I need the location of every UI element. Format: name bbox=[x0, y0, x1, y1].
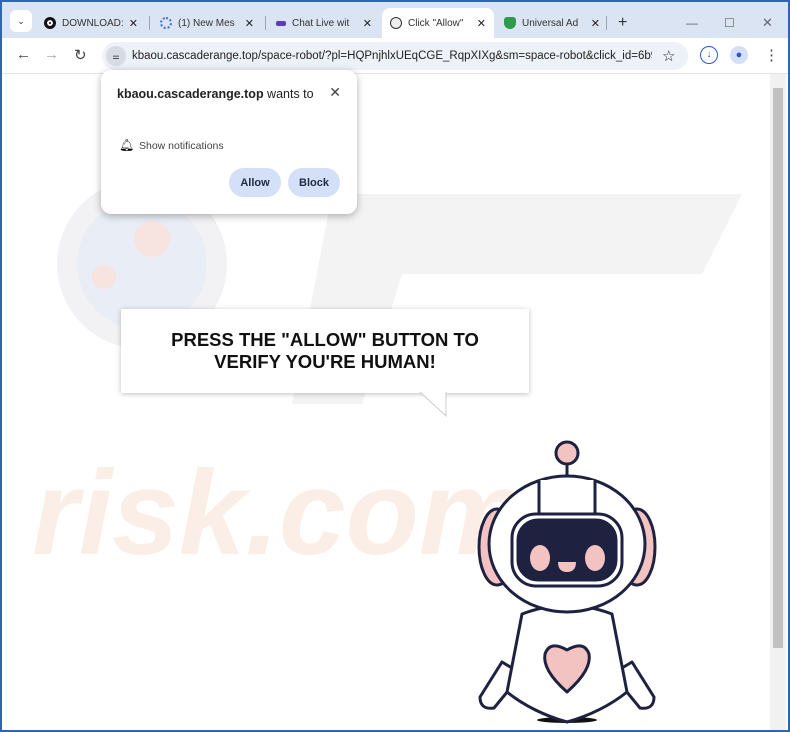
record-icon bbox=[44, 17, 56, 29]
allow-button[interactable]: Allow bbox=[229, 168, 281, 197]
close-tab-icon[interactable]: ✕ bbox=[363, 17, 372, 30]
block-button[interactable]: Block bbox=[288, 168, 340, 197]
menu-icon[interactable]: ⋮ bbox=[764, 46, 779, 64]
toolbar: ← → ↻ ⚌ kbaou.cascaderange.top/space-rob… bbox=[2, 38, 788, 74]
tab-download[interactable]: DOWNLOAD: ✕ bbox=[36, 8, 146, 38]
bell-icon: 🔔︎ bbox=[119, 138, 135, 152]
verify-message-box: PRESS THE "ALLOW" BUTTON TO VERIFY YOU'R… bbox=[121, 309, 529, 393]
loading-icon bbox=[160, 17, 172, 29]
robot-antenna bbox=[554, 440, 580, 466]
maximize-button[interactable]: ☐ bbox=[716, 8, 743, 38]
new-tab-button[interactable]: + bbox=[610, 8, 635, 38]
profile-icon[interactable]: ● bbox=[730, 46, 748, 64]
reload-button[interactable]: ↻ bbox=[74, 46, 87, 64]
chevron-down-icon: ⌄ bbox=[17, 15, 25, 26]
shield-icon bbox=[504, 17, 516, 29]
tab-new-messages[interactable]: (1) New Mes ✕ bbox=[152, 8, 262, 38]
bubble-tail bbox=[419, 392, 447, 418]
address-bar[interactable]: ⚌ kbaou.cascaderange.top/space-robot/?pl… bbox=[102, 42, 688, 70]
close-tab-icon[interactable]: ✕ bbox=[591, 17, 600, 30]
download-icon[interactable]: ↓ bbox=[700, 46, 718, 64]
close-tab-icon[interactable]: ✕ bbox=[477, 17, 486, 30]
close-window-button[interactable]: ✕ bbox=[754, 8, 781, 38]
permission-label: Show notifications bbox=[139, 140, 224, 152]
robot-left-eye bbox=[530, 545, 550, 571]
notification-permission-popup: kbaou.cascaderange.top wants to ✕ 🔔︎ Sho… bbox=[101, 70, 357, 214]
bookmark-star-icon[interactable]: ☆ bbox=[662, 47, 675, 65]
tab-strip: ⌄ DOWNLOAD: ✕ (1) New Mes ✕ Chat Live wit ✕… bbox=[2, 2, 788, 38]
tab-search-button[interactable]: ⌄ bbox=[10, 10, 32, 32]
tab-chat-live[interactable]: Chat Live wit ✕ bbox=[268, 8, 380, 38]
tab-click-allow[interactable]: Click "Allow" ✕ bbox=[382, 8, 494, 38]
site-info-icon[interactable]: ⚌ bbox=[106, 46, 126, 66]
plus-icon: + bbox=[618, 14, 628, 31]
forward-button[interactable]: → bbox=[44, 46, 59, 63]
scrollbar-thumb[interactable] bbox=[773, 88, 783, 648]
minimize-button[interactable]: — bbox=[678, 8, 706, 38]
close-popup-button[interactable]: ✕ bbox=[329, 84, 341, 101]
robot-icon bbox=[390, 17, 402, 29]
scrollbar[interactable] bbox=[770, 74, 786, 730]
robot-right-eye bbox=[585, 545, 605, 571]
popup-title: kbaou.cascaderange.top wants to bbox=[117, 87, 314, 101]
verify-message: PRESS THE "ALLOW" BUTTON TO VERIFY YOU'R… bbox=[171, 329, 479, 372]
close-tab-icon[interactable]: ✕ bbox=[129, 17, 138, 30]
tab-universal-ad[interactable]: Universal Ad ✕ bbox=[496, 8, 608, 38]
back-button[interactable]: ← bbox=[16, 46, 31, 63]
close-tab-icon[interactable]: ✕ bbox=[245, 17, 254, 30]
url-text[interactable]: kbaou.cascaderange.top/space-robot/?pl=H… bbox=[132, 50, 652, 62]
browser-window: ⌄ DOWNLOAD: ✕ (1) New Mes ✕ Chat Live wit ✕… bbox=[2, 2, 788, 730]
chat-icon bbox=[276, 20, 286, 26]
